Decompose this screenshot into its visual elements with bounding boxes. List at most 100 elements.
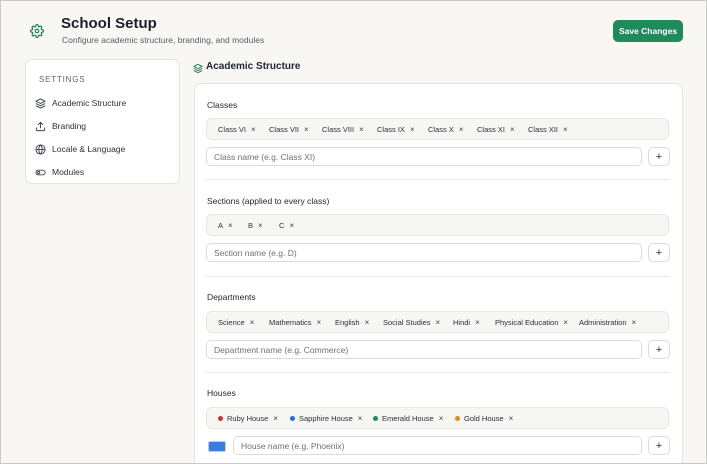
remove-chip-icon[interactable]: × <box>475 318 480 327</box>
department-chip: Physical Education × <box>495 312 568 332</box>
department-name-input[interactable] <box>206 340 642 359</box>
sidebar-item-label: Branding <box>52 121 87 131</box>
chip-label: Class VII <box>269 124 300 134</box>
academic-structure-card: Classes Class VI × Class VII × Class VIII ×… <box>194 83 683 463</box>
department-chip: Social Studies × <box>383 312 440 332</box>
house-color-dot <box>373 415 378 421</box>
house-color-dot <box>218 415 223 421</box>
chip-label: Emerald House <box>382 413 434 423</box>
remove-chip-icon[interactable]: × <box>410 125 415 134</box>
remove-chip-icon[interactable]: × <box>563 125 568 134</box>
sections-chip-list: A × B × C × <box>206 214 669 236</box>
department-chip: Science × <box>218 312 254 332</box>
house-chip: Ruby House × <box>218 408 278 428</box>
sidebar-item-label: Modules <box>52 167 85 177</box>
layers-icon <box>193 61 203 74</box>
departments-chip-list: Science × Mathematics × English × Social St… <box>206 311 669 333</box>
add-department-button[interactable]: + <box>648 340 670 359</box>
house-color-dot <box>455 415 460 421</box>
remove-chip-icon[interactable]: × <box>258 221 263 230</box>
remove-chip-icon[interactable]: × <box>436 318 441 327</box>
app-window: School Setup Configure academic structur… <box>0 0 707 464</box>
divider <box>206 276 670 277</box>
houses-chip-list: Ruby House × Sapphire House × Emerald Hous… <box>206 407 669 429</box>
divider <box>206 179 670 180</box>
class-chip: Class VI × <box>218 119 256 139</box>
page-subtitle: Configure academic structure, branding, … <box>62 35 265 45</box>
class-name-input[interactable] <box>206 147 642 166</box>
chip-label: Science <box>218 317 245 327</box>
chip-label: Administration <box>579 317 627 327</box>
class-chip: Class XII × <box>528 119 568 139</box>
chip-label: Ruby House <box>227 413 269 423</box>
page-title: School Setup <box>61 15 157 32</box>
house-chip: Emerald House × <box>373 408 443 428</box>
chip-label: C <box>279 220 285 230</box>
remove-chip-icon[interactable]: × <box>317 318 322 327</box>
chip-label: Class XII <box>528 124 559 134</box>
chip-label: Social Studies <box>383 317 431 327</box>
classes-label: Classes <box>207 100 238 110</box>
remove-chip-icon[interactable]: × <box>251 125 256 134</box>
remove-chip-icon[interactable]: × <box>228 221 233 230</box>
chip-label: Sapphire House <box>299 413 353 423</box>
sidebar-item-academic-structure[interactable]: Academic Structure <box>34 94 172 112</box>
chip-label: A <box>218 220 224 230</box>
settings-sidebar: SETTINGS Academic Structure Branding Loc… <box>25 59 180 184</box>
house-color-picker[interactable] <box>208 441 226 452</box>
remove-chip-icon[interactable]: × <box>358 414 363 423</box>
chip-label: Class VIII <box>322 124 355 134</box>
remove-chip-icon[interactable]: × <box>632 318 637 327</box>
section-name-input[interactable] <box>206 243 642 262</box>
house-chip: Gold House × <box>455 408 513 428</box>
sidebar-item-label: Academic Structure <box>52 98 127 108</box>
remove-chip-icon[interactable]: × <box>289 221 294 230</box>
divider <box>206 372 670 373</box>
house-chip: Sapphire House × <box>290 408 362 428</box>
upload-icon <box>35 121 46 132</box>
classes-chip-list: Class VI × Class VII × Class VIII × Class I… <box>206 118 669 140</box>
remove-chip-icon[interactable]: × <box>365 318 370 327</box>
save-changes-button[interactable]: Save Changes <box>613 20 683 42</box>
section-title: Academic Structure <box>206 61 301 72</box>
globe-icon <box>35 143 46 155</box>
class-chip: Class XI × <box>477 119 515 139</box>
remove-chip-icon[interactable]: × <box>509 414 514 423</box>
remove-chip-icon[interactable]: × <box>304 125 309 134</box>
remove-chip-icon[interactable]: × <box>510 125 515 134</box>
remove-chip-icon[interactable]: × <box>359 125 364 134</box>
department-chip: Administration × <box>579 312 636 332</box>
class-chip: Class VIII × <box>322 119 364 139</box>
section-chip: A × <box>218 215 233 235</box>
add-class-button[interactable]: + <box>648 147 670 166</box>
houses-label: Houses <box>207 388 236 398</box>
chip-label: Gold House <box>464 413 504 423</box>
sidebar-item-modules[interactable]: Modules <box>34 163 172 181</box>
add-section-button[interactable]: + <box>648 243 670 262</box>
remove-chip-icon[interactable]: × <box>273 414 278 423</box>
gear-icon <box>30 24 44 38</box>
section-chip: C × <box>279 215 294 235</box>
sidebar-item-branding[interactable]: Branding <box>34 117 172 135</box>
class-chip: Class VII × <box>269 119 309 139</box>
add-house-button[interactable]: + <box>648 436 670 455</box>
chip-label: Mathematics <box>269 317 312 327</box>
remove-chip-icon[interactable]: × <box>250 318 255 327</box>
department-chip: English × <box>335 312 369 332</box>
layers-icon <box>35 97 46 109</box>
chip-label: Class VI <box>218 124 246 134</box>
remove-chip-icon[interactable]: × <box>459 125 464 134</box>
sidebar-item-label: Locale & Language <box>52 144 126 154</box>
chip-label: English <box>335 317 360 327</box>
chip-label: Physical Education <box>495 317 559 327</box>
remove-chip-icon[interactable]: × <box>563 318 568 327</box>
house-name-input[interactable] <box>233 436 642 455</box>
remove-chip-icon[interactable]: × <box>439 414 444 423</box>
class-chip: Class IX × <box>377 119 415 139</box>
sidebar-heading: SETTINGS <box>39 75 86 84</box>
departments-label: Departments <box>207 292 256 302</box>
section-chip: B × <box>248 215 263 235</box>
chip-label: Hindi <box>453 317 471 327</box>
sidebar-item-locale-language[interactable]: Locale & Language <box>34 140 172 158</box>
class-chip: Class X × <box>428 119 464 139</box>
